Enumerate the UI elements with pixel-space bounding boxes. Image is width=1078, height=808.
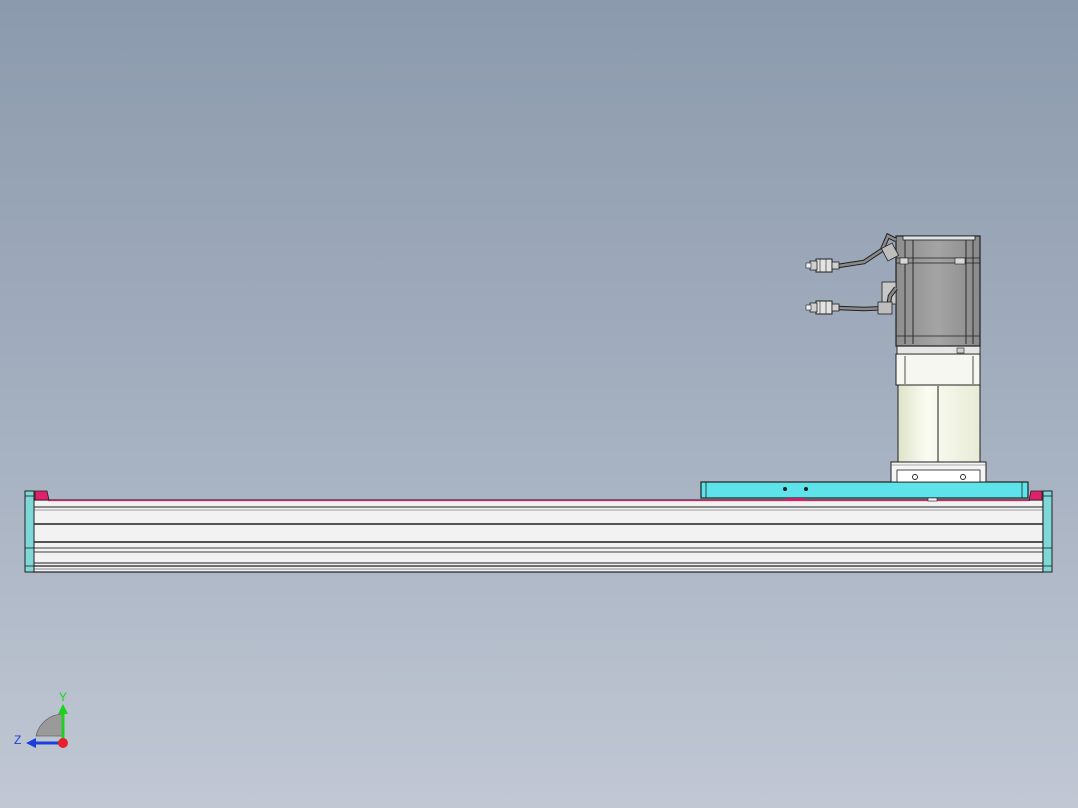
y-axis-label: Y <box>59 690 67 704</box>
cad-drawing: Y Z <box>14 232 1053 748</box>
motor-mount-flange <box>890 461 987 483</box>
power-cable <box>837 232 900 269</box>
cable-connector-icon <box>805 258 840 273</box>
cad-viewport[interactable]: Y Z <box>0 0 1078 808</box>
coupling-housing <box>895 353 981 463</box>
cable-connector-icon <box>805 300 840 315</box>
linear-rail <box>32 499 1044 573</box>
carriage-plate <box>700 481 1029 502</box>
axis-triad-icon[interactable]: Y Z <box>14 690 68 748</box>
z-axis-label: Z <box>14 733 21 747</box>
